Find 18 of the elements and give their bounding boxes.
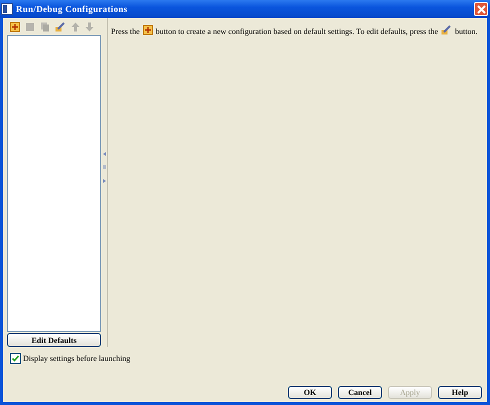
close-button[interactable] [474,2,488,16]
app-icon [1,3,13,15]
dialog-button[interactable]: Help [438,386,482,399]
edit-defaults-button[interactable]: Edit Defaults [7,333,101,347]
add-icon [142,25,153,35]
checkbox-label: Display settings before launching [23,354,130,362]
wrench-icon[interactable] [55,21,66,32]
checkbox[interactable] [10,352,21,364]
message-text: button to create a new configuration based on default settings. To edit defaults, press the [156,27,438,36]
dialog-button[interactable]: OK [288,386,332,399]
configuration-list[interactable] [7,35,101,332]
wrench-icon [441,24,452,35]
window-title: Run/Debug Configurations [16,4,128,14]
add-icon[interactable] [10,22,20,32]
splitter-handle-icon[interactable] [102,150,106,184]
message-text: Press the [111,27,140,36]
dialog-button[interactable]: Cancel [338,386,382,399]
message-text: button. [455,27,478,36]
